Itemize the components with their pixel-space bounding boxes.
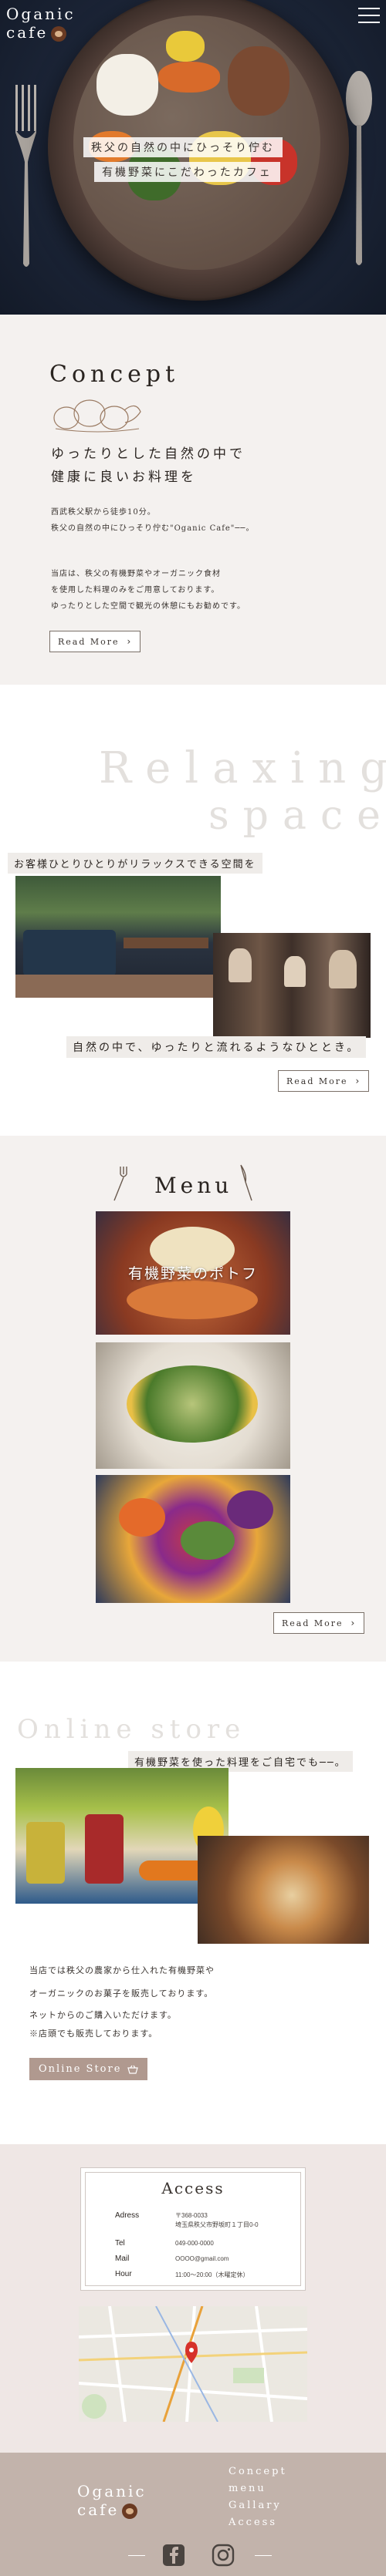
access-label-mail: Mail: [115, 2254, 130, 2263]
divider: [128, 2555, 145, 2556]
fork-icon: [113, 1167, 127, 1201]
interior-photo-1: [15, 876, 221, 998]
footer-nav-access[interactable]: Access: [229, 2514, 287, 2531]
access-label-hour: Hour: [115, 2270, 132, 2278]
divider: [255, 2555, 272, 2556]
footer-nav-menu[interactable]: menu: [229, 2480, 287, 2497]
footer-logo-line2: cafe: [77, 2500, 120, 2519]
footer-nav-gallary[interactable]: Gallary: [229, 2497, 287, 2514]
chevron-right-icon: ›: [127, 636, 133, 647]
cup-icon: [51, 25, 67, 42]
relax-caption-1: お客様ひとりひとりがリラックスできる空間を: [8, 853, 262, 874]
access-label-address: Adress: [115, 2211, 140, 2220]
logo-line2: cafe: [6, 23, 49, 42]
menu-section: Menu 有機野菜のポトフ Read More ›: [0, 1136, 386, 1662]
access-postcode: 〒368-0033: [175, 2212, 208, 2219]
access-address: 埼玉県秩父市野坂町１丁目0-0: [175, 2221, 259, 2228]
knife-icon: [240, 1164, 252, 1201]
footer-logo[interactable]: Oganic cafe: [77, 2482, 147, 2519]
access-tel[interactable]: 049-000-0000: [175, 2240, 214, 2247]
facebook-icon[interactable]: [162, 2544, 185, 2567]
concept-section: Concept ゆったりとした自然の中で 健康に良いお料理を 西武秩父駅から徒歩…: [0, 315, 386, 685]
basket-icon: [127, 2065, 139, 2074]
hero-tagline-1: 秩父の自然の中にひっそり佇む: [83, 137, 283, 157]
hero-section: Oganic cafe 秩父の自然の中にひっそり佇む 有機野菜にこだわったカフェ: [0, 0, 386, 315]
concept-read-more-button[interactable]: Read More ›: [49, 631, 141, 652]
concept-paragraph-2: 当店は、秩父の有機野菜やオーガニック食材 を使用した料理のみをご用意しております…: [51, 570, 245, 611]
access-hour: 11:00～20:00（木曜定休）: [175, 2271, 249, 2278]
footer-nav-concept[interactable]: Concept: [229, 2463, 287, 2480]
concept-paragraph-1: 西武秩父駅から徒歩10分。 秩父の自然の中にひっそり佇む"Oganic Cafe…: [51, 508, 255, 533]
map-graphic: [79, 2306, 307, 2422]
relaxing-space-section: Relaxing space お客様ひとりひとりがリラックスできる空間を 自然の…: [0, 685, 386, 1136]
relax-read-more-button[interactable]: Read More ›: [278, 1070, 370, 1092]
vegetables-illustration: [53, 399, 141, 433]
online-store-description: 当店では秩父の農家から仕入れた有機野菜や オーガニックのお菓子を販売しております…: [29, 1965, 215, 2039]
concept-title: Concept: [49, 361, 180, 388]
menu-item-card-3[interactable]: [96, 1475, 290, 1603]
hero-tagline-2: 有機野菜にこだわったカフェ: [94, 162, 280, 182]
cup-icon: [122, 2503, 138, 2519]
access-title: Access: [161, 2179, 225, 2197]
menu-item-label-1: 有機野菜のポトフ: [127, 1265, 258, 1282]
hamburger-icon[interactable]: [358, 8, 380, 25]
access-map[interactable]: [79, 2306, 307, 2422]
footer-nav: Concept menu Gallary Access: [229, 2463, 287, 2531]
chevron-right-icon: ›: [350, 1618, 357, 1628]
instagram-icon[interactable]: [212, 2544, 235, 2567]
access-mail[interactable]: OOOO@gmail.com: [175, 2255, 229, 2262]
relax-caption-2: 自然の中で、ゆったりと流れるようなひととき。: [66, 1036, 367, 1058]
online-store-button[interactable]: Online Store: [29, 2058, 148, 2080]
menu-item-card-1[interactable]: 有機野菜のポトフ: [96, 1211, 290, 1335]
online-store-section: Online store 有機野菜を使った料理をご自宅でも──。 当店では秩父の…: [0, 1662, 386, 2144]
access-info-card: Access Adress 〒368-0033 埼玉県秩父市野坂町１丁目0-0 …: [80, 2167, 306, 2291]
site-footer: Oganic cafe Concept menu Gallary Access: [0, 2453, 386, 2576]
chevron-right-icon: ›: [355, 1076, 361, 1086]
interior-photo-2: [213, 933, 371, 1038]
menu-item-card-2[interactable]: [96, 1342, 290, 1469]
menu-title: Menu: [154, 1173, 233, 1198]
juice-photo: [15, 1768, 229, 1904]
access-section: Access Adress 〒368-0033 埼玉県秩父市野坂町１丁目0-0 …: [0, 2144, 386, 2453]
concept-lead: ゆったりとした自然の中で 健康に良いお料理を: [51, 446, 245, 485]
space-ghost-title: space: [208, 793, 386, 839]
cream-puff-photo: [198, 1836, 369, 1944]
site-logo[interactable]: Oganic cafe: [6, 5, 76, 42]
footer-logo-line1: Oganic: [77, 2482, 147, 2500]
spoon-icon: [346, 71, 372, 265]
logo-line1: Oganic: [6, 5, 76, 23]
access-label-tel: Tel: [115, 2239, 125, 2248]
menu-read-more-button[interactable]: Read More ›: [273, 1612, 365, 1634]
fork-icon: [15, 85, 36, 267]
online-store-ghost-title: Online store: [17, 1714, 246, 1745]
relaxing-ghost-title: Relaxing: [99, 743, 386, 793]
